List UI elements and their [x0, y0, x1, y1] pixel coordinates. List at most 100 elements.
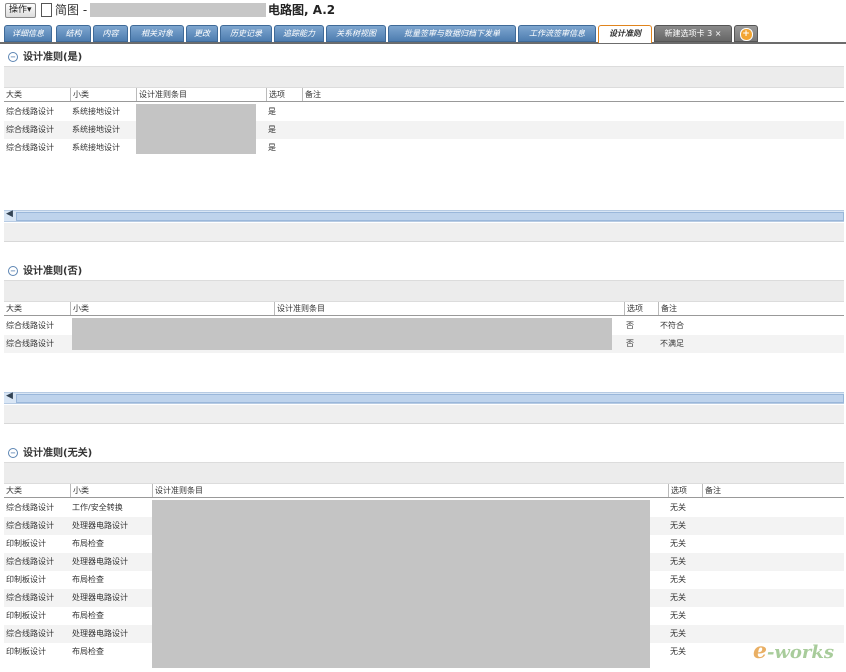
section-yes-table-header: 大类 小类 设计准则条目 选项 备注	[4, 88, 844, 102]
col-rule-item[interactable]: 设计准则条目	[152, 484, 203, 497]
cell-option: 无关	[670, 611, 686, 620]
plus-icon: +	[739, 28, 753, 41]
cell-category: 综合线路设计	[6, 521, 54, 530]
cell-remark: 不满足	[660, 339, 684, 348]
section-no-header[interactable]: − 设计准则(否)	[8, 262, 82, 277]
cell-subcategory: 系统接地设计	[72, 125, 120, 134]
cell-subcategory: 布局检查	[72, 539, 104, 548]
redacted-rule-items	[136, 104, 256, 154]
cell-category: 综合线路设计	[6, 593, 54, 602]
tab-workflow-review[interactable]: 工作流签审信息	[518, 25, 596, 42]
cell-subcategory: 系统接地设计	[72, 107, 120, 116]
cell-subcategory: 布局检查	[72, 611, 104, 620]
title-bar: 操作▾ 简图 - 电路图, A.2	[0, 0, 846, 22]
section-no-footer	[4, 405, 844, 424]
table-row[interactable]: 综合线路设计 系统接地设计 是	[4, 103, 844, 121]
section-yes-footer	[4, 223, 844, 242]
cell-option: 否	[626, 339, 634, 348]
section-na-title: 设计准则(无关)	[23, 448, 93, 459]
tab-content[interactable]: 内容	[93, 25, 128, 42]
col-option[interactable]: 选项	[266, 88, 285, 101]
tab-related-objects[interactable]: 相关对象	[130, 25, 184, 42]
eworks-watermark-logo: e-works	[752, 638, 834, 664]
section-yes-toolbar	[4, 66, 844, 88]
document-icon	[41, 3, 52, 17]
col-category[interactable]: 大类	[4, 302, 22, 315]
col-option[interactable]: 选项	[668, 484, 687, 497]
section-yes-title: 设计准则(是)	[23, 52, 83, 63]
redacted-rule-items	[152, 500, 650, 668]
tab-new-tab-3[interactable]: 新建选项卡 3 ×	[654, 25, 732, 42]
section-yes-header[interactable]: − 设计准则(是)	[8, 48, 82, 63]
tab-details[interactable]: 详细信息	[4, 25, 52, 42]
redacted-title	[90, 3, 266, 17]
table-row[interactable]: 综合线路设计 系统接地设计 是	[4, 139, 844, 157]
col-remark[interactable]: 备注	[702, 484, 721, 497]
cell-subcategory: 处理器电路设计	[72, 629, 128, 638]
section-no-title: 设计准则(否)	[23, 266, 83, 277]
cell-subcategory: 布局检查	[72, 575, 104, 584]
scroll-left-icon[interactable]: ◀	[6, 209, 13, 219]
tab-traceability[interactable]: 追踪能力	[274, 25, 324, 42]
section-na-header[interactable]: − 设计准则(无关)	[8, 444, 92, 459]
cell-category: 综合线路设计	[6, 557, 54, 566]
col-subcategory[interactable]: 小类	[70, 88, 89, 101]
cell-option: 无关	[670, 557, 686, 566]
tab-changes[interactable]: 更改	[186, 25, 218, 42]
collapse-icon[interactable]: −	[8, 448, 18, 458]
col-rule-item[interactable]: 设计准则条目	[136, 88, 187, 101]
collapse-icon[interactable]: −	[8, 266, 18, 276]
cell-subcategory: 布局检查	[72, 647, 104, 656]
tab-design-rules[interactable]: 设计准则	[598, 25, 652, 43]
tab-relation-tree[interactable]: 关系树视图	[326, 25, 386, 42]
cell-category: 综合线路设计	[6, 321, 54, 330]
section-na-toolbar	[4, 462, 844, 484]
tab-bar: 详细信息 结构 内容 相关对象 更改 历史记录 追踪能力 关系树视图 批量签审与…	[0, 24, 846, 44]
cell-option: 是	[268, 107, 276, 116]
collapse-icon[interactable]: −	[8, 52, 18, 62]
scroll-left-icon[interactable]: ◀	[6, 391, 13, 401]
horizontal-scrollbar[interactable]: ◀	[4, 209, 844, 222]
cell-category: 印制板设计	[6, 575, 46, 584]
table-row[interactable]: 综合线路设计 系统接地设计 是	[4, 121, 844, 139]
section-no-toolbar	[4, 280, 844, 302]
cell-option: 否	[626, 321, 634, 330]
col-option[interactable]: 选项	[624, 302, 643, 315]
operation-menu-button[interactable]: 操作▾	[5, 3, 36, 18]
section-na-table-header: 大类 小类 设计准则条目 选项 备注	[4, 484, 844, 498]
page-title-prefix: 简图 -	[55, 3, 88, 17]
tab-batch-review[interactable]: 批量签审与数据归档下发单	[388, 25, 516, 42]
cell-option: 无关	[670, 629, 686, 638]
cell-option: 无关	[670, 575, 686, 584]
tab-history[interactable]: 历史记录	[220, 25, 272, 42]
cell-subcategory: 系统接地设计	[72, 143, 120, 152]
cell-subcategory: 处理器电路设计	[72, 557, 128, 566]
cell-category: 印制板设计	[6, 647, 46, 656]
cell-remark: 不符合	[660, 321, 684, 330]
cell-option: 无关	[670, 593, 686, 602]
cell-category: 综合线路设计	[6, 143, 54, 152]
cell-option: 无关	[670, 647, 686, 656]
col-remark[interactable]: 备注	[658, 302, 677, 315]
scrollbar-thumb[interactable]	[16, 212, 844, 221]
col-remark[interactable]: 备注	[302, 88, 321, 101]
redacted-rule-items	[72, 318, 612, 350]
cell-category: 综合线路设计	[6, 125, 54, 134]
cell-category: 印制板设计	[6, 539, 46, 548]
col-rule-item[interactable]: 设计准则条目	[274, 302, 325, 315]
page-title: 电路图, A.2	[268, 3, 336, 17]
cell-option: 无关	[670, 521, 686, 530]
cell-subcategory: 工作/安全转换	[72, 503, 123, 512]
cell-subcategory: 处理器电路设计	[72, 521, 128, 530]
cell-option: 是	[268, 125, 276, 134]
cell-option: 是	[268, 143, 276, 152]
add-tab-button[interactable]: +	[734, 25, 758, 42]
cell-category: 综合线路设计	[6, 503, 54, 512]
col-category[interactable]: 大类	[4, 484, 22, 497]
col-category[interactable]: 大类	[4, 88, 22, 101]
scrollbar-thumb[interactable]	[16, 394, 844, 403]
tab-structure[interactable]: 结构	[56, 25, 91, 42]
col-subcategory[interactable]: 小类	[70, 302, 89, 315]
horizontal-scrollbar[interactable]: ◀	[4, 391, 844, 404]
col-subcategory[interactable]: 小类	[70, 484, 89, 497]
